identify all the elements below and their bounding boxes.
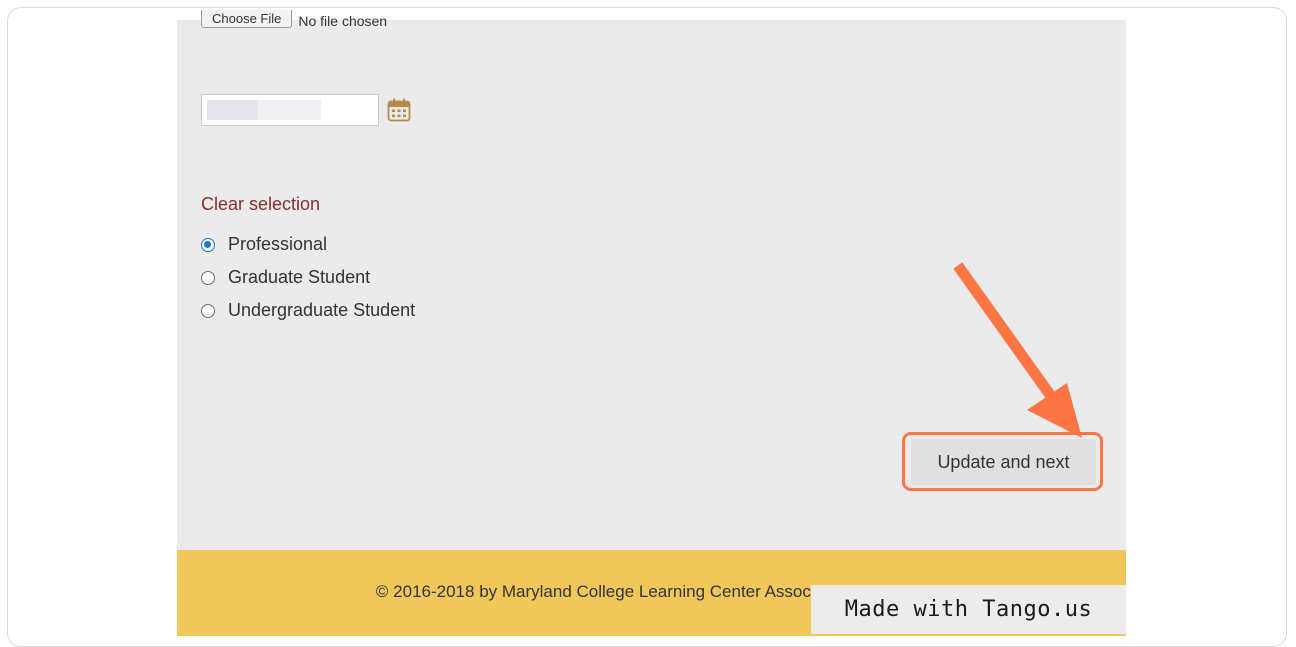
form-area: Choose File No file chosen Clear selecti… (177, 10, 1126, 550)
radio-option-graduate-student[interactable]: Graduate Student (201, 261, 415, 294)
date-input[interactable] (201, 94, 379, 126)
radio-option-undergraduate-student[interactable]: Undergraduate Student (201, 294, 415, 327)
radio-button[interactable] (201, 303, 215, 318)
date-input-blurred-value (257, 100, 321, 120)
calendar-icon[interactable] (387, 98, 411, 122)
pointer-arrow-icon (953, 262, 1082, 438)
radio-label: Undergraduate Student (228, 300, 416, 320)
file-status-text: No file chosen (298, 13, 388, 28)
radio-label: Professional (228, 234, 328, 254)
choose-file-button[interactable]: Choose File (201, 10, 293, 28)
clear-selection-link[interactable]: Clear selection (201, 194, 320, 215)
radio-label: Graduate Student (228, 267, 371, 287)
user-type-radio-group: Professional Graduate Student Undergradu… (201, 228, 415, 327)
radio-button[interactable] (201, 270, 215, 285)
radio-option-professional[interactable]: Professional (201, 228, 415, 261)
screenshot-frame: Choose File No file chosen Clear selecti… (7, 7, 1287, 647)
tango-watermark: Made with Tango.us (811, 585, 1126, 634)
radio-button-checked[interactable] (201, 237, 215, 252)
date-input-blurred-value (207, 100, 257, 120)
update-and-next-button[interactable]: Update and next (911, 439, 1096, 485)
file-upload-row: Choose File No file chosen (201, 10, 387, 28)
